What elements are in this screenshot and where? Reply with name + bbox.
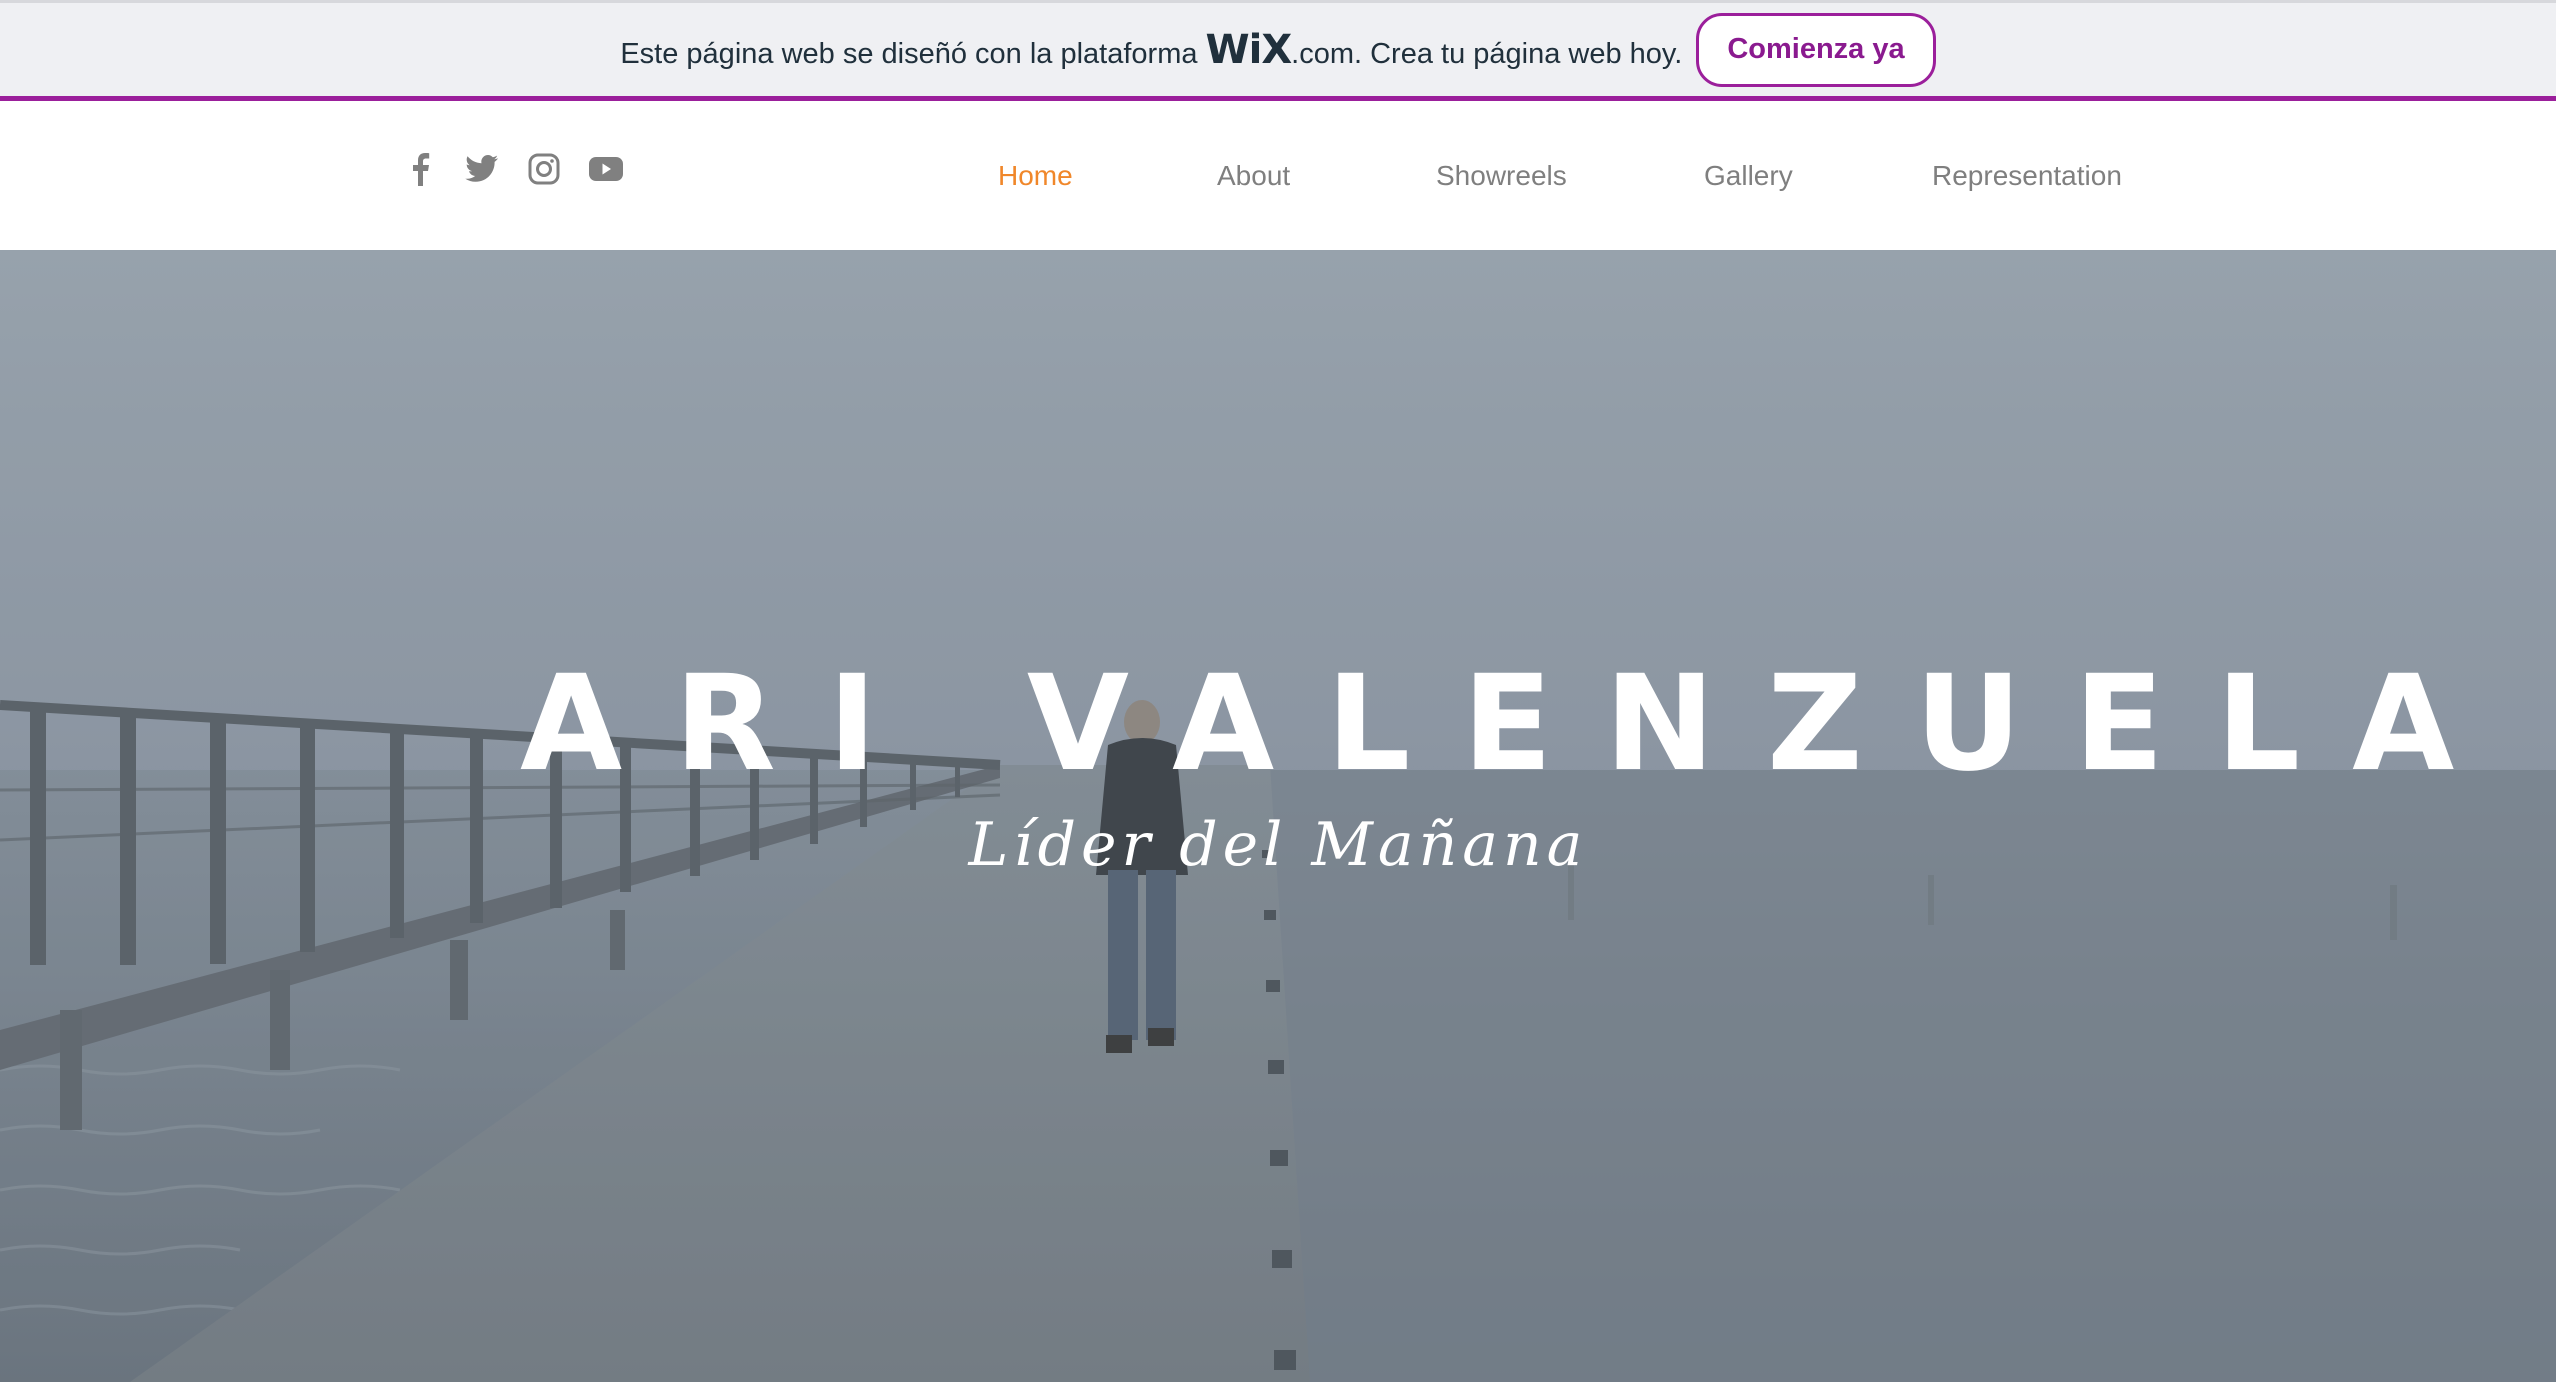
facebook-icon[interactable]	[402, 151, 438, 187]
youtube-icon[interactable]	[588, 151, 624, 187]
nav-item-home[interactable]: Home	[998, 160, 1073, 192]
nav-item-showreels[interactable]: Showreels	[1436, 160, 1567, 192]
twitter-icon[interactable]	[464, 151, 500, 187]
hero-subtitle: Líder del Mañana	[968, 810, 1588, 880]
hero-title: ARI VALENZUELA	[520, 647, 2507, 801]
wix-logo[interactable]: WiX	[1205, 27, 1292, 73]
nav-item-representation[interactable]: Representation	[1932, 160, 2122, 192]
hero-section: ARI VALENZUELA Líder del Mañana	[0, 250, 2556, 1382]
social-bar	[402, 151, 624, 187]
nav-item-about[interactable]: About	[1217, 160, 1290, 192]
nav-item-gallery[interactable]: Gallery	[1704, 160, 1793, 192]
wix-banner-text-after: .com. Crea tu página web hoy.	[1291, 37, 1683, 70]
start-now-button[interactable]: Comienza ya	[1696, 12, 1936, 87]
site-header: Home About Showreels Gallery Representat…	[0, 101, 2556, 250]
instagram-icon[interactable]	[526, 151, 562, 187]
wix-promo-banner: Este página web se diseñó con la platafo…	[0, 0, 2556, 101]
wix-banner-message: Este página web se diseñó con la platafo…	[620, 27, 1682, 73]
wix-banner-text-before: Este página web se diseñó con la platafo…	[620, 37, 1198, 70]
